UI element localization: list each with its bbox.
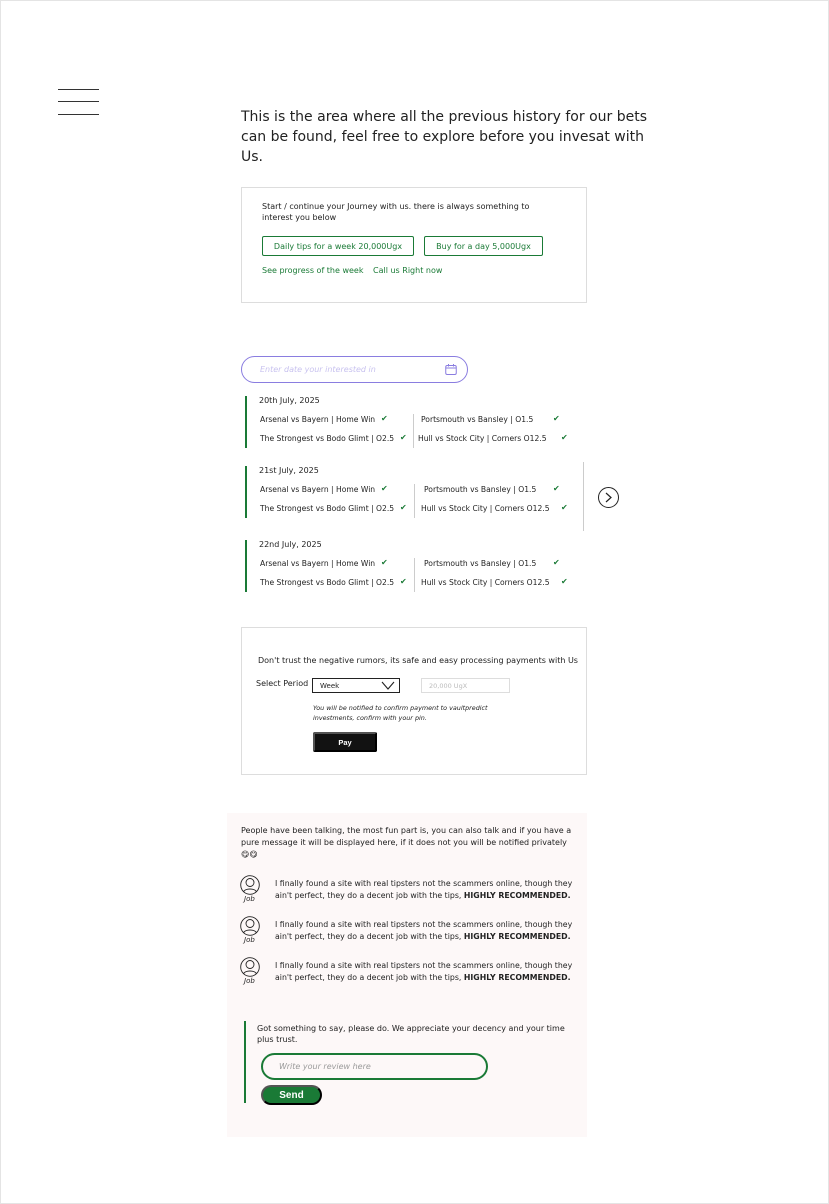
day-accent-bar	[245, 540, 247, 592]
reviewer-name: Job	[244, 895, 255, 903]
bet-item: Hull vs Stock City | Corners O12.5	[418, 434, 547, 443]
column-divider	[414, 558, 415, 592]
write-accent-bar	[244, 1021, 246, 1103]
review-text: I finally found a site with real tipster…	[275, 961, 573, 982]
amount-placeholder: 20,000 UgX	[429, 681, 468, 690]
check-icon: ✔	[561, 433, 568, 442]
period-select-value: Week	[320, 681, 340, 690]
day-accent-bar	[245, 396, 247, 448]
write-review-prompt: Got something to say, please do. We appr…	[257, 1024, 565, 1044]
bet-item: The Strongest vs Bodo Glimt | O2.5	[260, 504, 395, 513]
date-input-placeholder: Enter date your interested in	[260, 365, 376, 374]
reviews-section: People have been talking, the most fun p…	[227, 813, 587, 1137]
check-icon: ✔	[381, 414, 388, 423]
review-emphasis: HIGHLY RECOMMENDED.	[463, 972, 571, 982]
daily-tips-week-button[interactable]: Daily tips for a week 20,000Ugx	[262, 236, 414, 256]
check-icon: ✔	[553, 558, 560, 567]
payment-card: Don't trust the negative rumors, its saf…	[241, 627, 587, 775]
amount-field[interactable]: 20,000 UgX	[421, 678, 510, 693]
day-date: 21st July, 2025	[259, 466, 319, 475]
chevron-down-icon	[381, 681, 395, 690]
user-avatar-icon	[240, 916, 260, 936]
buy-for-day-button[interactable]: Buy for a day 5,000Ugx	[424, 236, 543, 256]
review-emphasis: HIGHLY RECOMMENDED.	[463, 931, 571, 941]
check-icon: ✔	[561, 577, 568, 586]
history-right-divider	[583, 462, 584, 531]
review-text: I finally found a site with real tipster…	[275, 879, 573, 900]
avatar: Job	[239, 916, 261, 944]
day-date: 22nd July, 2025	[259, 540, 322, 549]
period-label: Select Period	[256, 679, 309, 688]
reviewer-name: Job	[244, 936, 255, 944]
pay-button[interactable]: Pay	[313, 732, 377, 752]
journey-card: Start / continue your Journey with us. t…	[241, 187, 587, 303]
bet-item: The Strongest vs Bodo Glimt | O2.5	[260, 434, 395, 443]
check-icon: ✔	[561, 503, 568, 512]
call-us-link[interactable]: Call us Right now	[373, 266, 442, 275]
bet-item: Arsenal vs Bayern | Home Win	[260, 485, 376, 494]
check-icon: ✔	[400, 433, 407, 442]
reviewer-name: Job	[244, 977, 255, 985]
bet-item: Arsenal vs Bayern | Home Win	[260, 415, 376, 424]
calendar-icon[interactable]	[445, 364, 457, 375]
bet-item: Portsmouth vs Bansley | O1.5	[424, 559, 537, 568]
date-search-input[interactable]: Enter date your interested in	[241, 356, 468, 383]
send-button[interactable]: Send	[261, 1085, 322, 1105]
avatar: Job	[239, 957, 261, 985]
avatar: Job	[239, 875, 261, 903]
bet-item: Portsmouth vs Bansley | O1.5	[424, 485, 537, 494]
check-icon: ✔	[400, 503, 407, 512]
day-accent-bar	[245, 466, 247, 518]
column-divider	[414, 484, 415, 518]
column-divider	[413, 414, 414, 448]
hamburger-icon[interactable]	[58, 88, 99, 116]
review-emphasis: HIGHLY RECOMMENDED.	[463, 890, 571, 900]
bet-item: Hull vs Stock City | Corners O12.5	[421, 504, 550, 513]
user-avatar-icon	[240, 875, 260, 895]
day-date: 20th July, 2025	[259, 396, 320, 405]
check-icon: ✔	[381, 558, 388, 567]
bet-item: Arsenal vs Bayern | Home Win	[260, 559, 376, 568]
payment-notice: You will be notified to confirm payment …	[313, 704, 488, 722]
journey-text: Start / continue your Journey with us. t…	[262, 202, 530, 222]
check-icon: ✔	[381, 484, 388, 493]
check-icon: ✔	[553, 414, 560, 423]
reviews-intro: People have been talking, the most fun p…	[241, 826, 572, 859]
check-icon: ✔	[553, 484, 560, 493]
see-progress-link[interactable]: See progress of the week	[262, 266, 364, 275]
review-input[interactable]: Write your review here	[261, 1053, 488, 1080]
bet-item: The Strongest vs Bodo Glimt | O2.5	[260, 578, 395, 587]
intro-text: This is the area where all the previous …	[241, 109, 648, 165]
bet-item: Hull vs Stock City | Corners O12.5	[421, 578, 550, 587]
bet-item: Portsmouth vs Bansley | O1.5	[421, 415, 534, 424]
review-input-placeholder: Write your review here	[279, 1062, 371, 1071]
check-icon: ✔	[400, 577, 407, 586]
user-avatar-icon	[240, 957, 260, 977]
review-text: I finally found a site with real tipster…	[275, 920, 573, 941]
chevron-right-circle-icon[interactable]	[598, 487, 619, 508]
period-select[interactable]: Week	[312, 678, 400, 693]
payment-text: Don't trust the negative rumors, its saf…	[258, 656, 578, 665]
